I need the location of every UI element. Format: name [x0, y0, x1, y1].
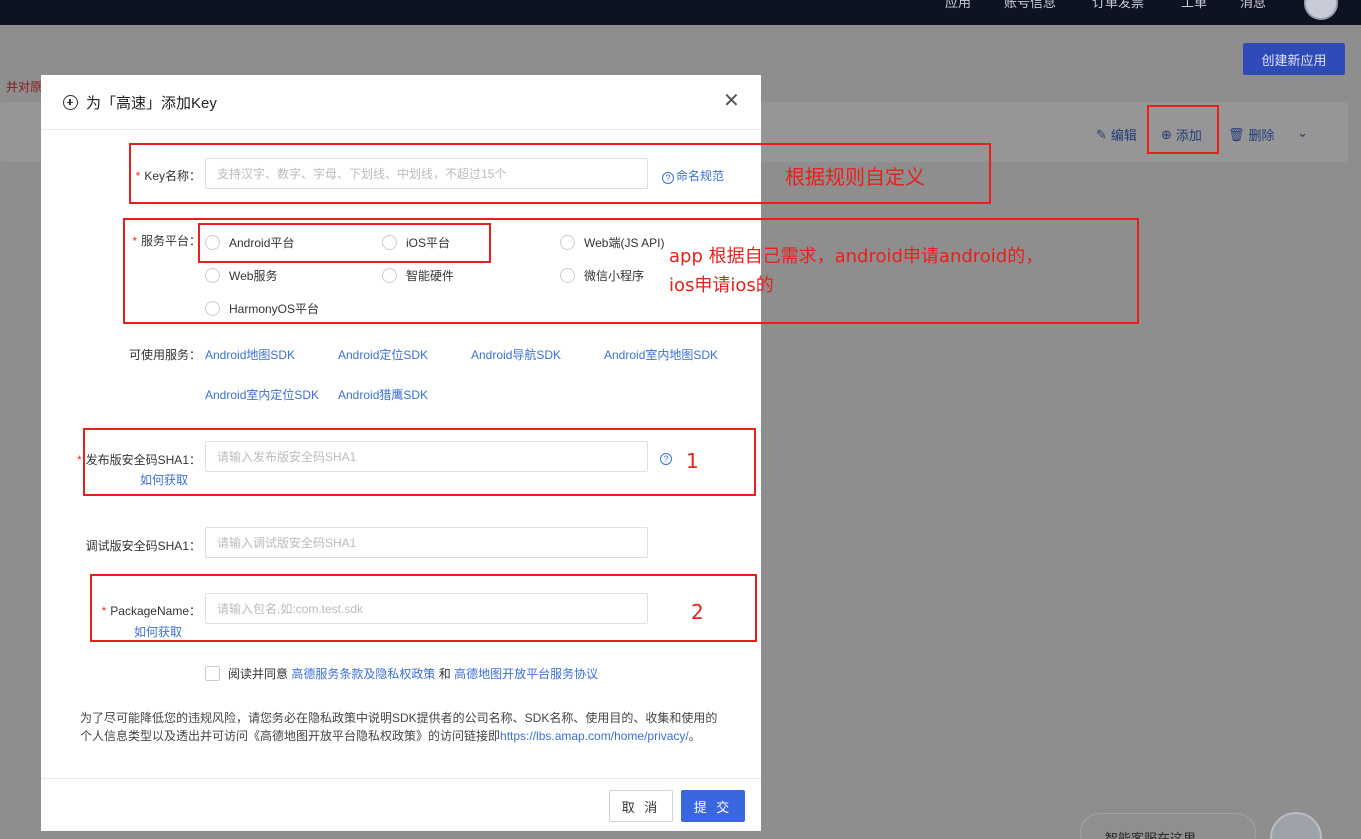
- service-android-indoor-map-sdk[interactable]: Android室内地图SDK: [604, 346, 718, 363]
- annotation-box-release-sha1: [83, 428, 756, 496]
- annotation-platform-note: app 根据自己需求，android申请android的， ios申请ios的: [669, 246, 1044, 296]
- notice-line-2: 个人信息类型以及透出并可访问《高德地图开放平台隐私权政策》的访问链接即: [80, 729, 501, 743]
- modal-title: 为「高速」添加Key: [63, 92, 217, 113]
- agreement-row: 阅读并同意 高德服务条款及隐私权政策 和 高德地图开放平台服务协议: [205, 665, 598, 682]
- close-icon[interactable]: ✕: [723, 91, 740, 111]
- trash-icon: 🗑: [1228, 126, 1245, 142]
- annotation-key-note: 根据规则自定义: [785, 165, 925, 189]
- annotation-box-add-button: [1147, 105, 1219, 154]
- edit-icon: ✎: [1096, 126, 1107, 142]
- nav-tickets[interactable]: 工单: [1181, 0, 1207, 11]
- warning-text: 并对原: [6, 80, 43, 94]
- service-android-falcon-sdk[interactable]: Android猎鹰SDK: [338, 386, 428, 403]
- service-android-indoor-location-sdk[interactable]: Android室内定位SDK: [205, 386, 319, 403]
- top-nav-bar: 应用 账号信息 订单发票 工单 消息: [0, 0, 1361, 25]
- chevron-down-icon[interactable]: ⌄: [1297, 125, 1308, 141]
- annotation-num-1: 1: [686, 449, 699, 473]
- terms-privacy-link[interactable]: 高德服务条款及隐私权政策: [291, 667, 435, 681]
- service-android-navi-sdk[interactable]: Android导航SDK: [471, 346, 561, 363]
- privacy-url-link[interactable]: https://lbs.amap.com/home/privacy/: [500, 729, 689, 743]
- agree-checkbox[interactable]: [205, 666, 220, 681]
- avatar[interactable]: [1304, 0, 1338, 20]
- services-label: 可使用服务：: [128, 348, 201, 362]
- nav-apps[interactable]: 应用: [945, 0, 971, 11]
- service-android-map-sdk[interactable]: Android地图SDK: [205, 346, 295, 363]
- notice-line-1: 为了尽可能降低您的违规风险，请您务必在隐私政策中说明SDK提供者的公司名称、SD…: [80, 711, 718, 725]
- debug-sha1-label: 调试版安全码SHA1：: [85, 539, 201, 553]
- annotation-box-android-ios: [198, 223, 491, 263]
- create-app-button[interactable]: 创建新应用: [1243, 43, 1345, 75]
- nav-orders[interactable]: 订单发票: [1092, 0, 1144, 11]
- delete-button[interactable]: 🗑 删除: [1228, 125, 1275, 144]
- modal-header: 为「高速」添加Key ✕: [41, 75, 761, 130]
- chat-bubble[interactable]: 智能客服在这里: [1080, 813, 1256, 839]
- nav-messages[interactable]: 消息: [1240, 0, 1266, 11]
- modal-footer: 取 消 提 交: [41, 778, 761, 831]
- cancel-button[interactable]: 取 消: [609, 790, 673, 822]
- modal-title-text: 为「高速」添加Key: [86, 95, 217, 112]
- service-android-location-sdk[interactable]: Android定位SDK: [338, 346, 428, 363]
- agree-and: 和: [438, 667, 451, 681]
- nav-account[interactable]: 账号信息: [1004, 0, 1056, 11]
- privacy-notice: 为了尽可能降低您的违规风险，请您务必在隐私政策中说明SDK提供者的公司名称、SD…: [80, 709, 730, 745]
- delete-label: 删除: [1248, 128, 1275, 143]
- platform-agreement-link[interactable]: 高德地图开放平台服务协议: [454, 667, 598, 681]
- annotation-box-package-name: [90, 574, 757, 642]
- edit-label: 编辑: [1110, 128, 1137, 143]
- plus-circle-icon: [63, 95, 78, 110]
- debug-sha1-input[interactable]: 请输入调试版安全码SHA1: [205, 527, 648, 558]
- annotation-num-2: 2: [691, 600, 704, 624]
- agree-prefix: 阅读并同意: [228, 667, 289, 681]
- submit-button[interactable]: 提 交: [681, 790, 745, 822]
- edit-button[interactable]: ✎ 编辑: [1096, 125, 1137, 144]
